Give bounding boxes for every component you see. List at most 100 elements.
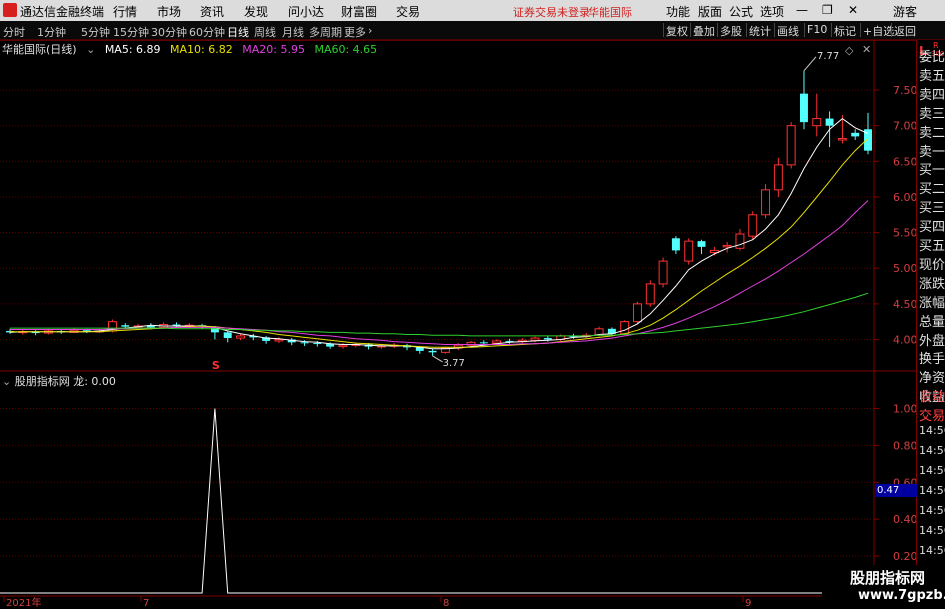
adjust-price-button[interactable]: 复权 bbox=[663, 23, 690, 38]
watermark: 股朋指标网 www.7gpzb.com bbox=[822, 565, 945, 609]
quote-field-label: 换手 bbox=[919, 352, 945, 368]
high-price-label: 7.77 bbox=[817, 51, 839, 62]
tab-multi-period[interactable]: 多周期 bbox=[309, 24, 342, 40]
candle-body bbox=[825, 118, 834, 126]
sell-signal-marker: S bbox=[212, 359, 220, 372]
mark-button[interactable]: 标记 bbox=[831, 23, 858, 38]
quote-field-label: 卖一 bbox=[919, 144, 945, 160]
quote-field-label: 现价 bbox=[919, 257, 945, 273]
candle-body bbox=[466, 341, 476, 346]
quote-field-label: 外盘 bbox=[919, 333, 945, 349]
ma60-label: MA60: 4.65 bbox=[314, 43, 378, 56]
candle-body bbox=[812, 118, 822, 127]
quote-field-label: 卖三 bbox=[919, 106, 945, 122]
candle-body bbox=[313, 343, 322, 345]
candle-body bbox=[403, 345, 411, 348]
quote-field-label: 14:56 bbox=[919, 504, 945, 517]
tab-monthly[interactable]: 月线 bbox=[282, 24, 304, 40]
low-marker-line bbox=[432, 355, 443, 363]
close-chart-icon[interactable]: ✕ bbox=[862, 43, 871, 56]
tab-1min[interactable]: 1分钟 bbox=[37, 24, 66, 40]
chart-title: 华能国际(日线) bbox=[2, 43, 77, 56]
tab-more[interactable]: 更多 bbox=[344, 24, 366, 40]
y-tick-label: 4.50 bbox=[893, 298, 918, 311]
candle-body bbox=[146, 325, 155, 328]
candle-body bbox=[18, 331, 28, 334]
ma5-label: MA5: 6.89 bbox=[104, 43, 161, 56]
menu-trade[interactable]: 交易 bbox=[396, 3, 420, 20]
tab-daily[interactable]: 日线 bbox=[227, 24, 249, 40]
menu-fortune-circle[interactable]: 财富圈 bbox=[341, 3, 377, 20]
quote-field-label: 涨跌 bbox=[919, 276, 945, 292]
quote-field-label: 涨幅 bbox=[919, 295, 945, 311]
candle-body bbox=[107, 321, 117, 332]
restore-icon[interactable]: ❐ bbox=[822, 3, 833, 17]
candle-body bbox=[440, 347, 450, 353]
candle-body bbox=[43, 330, 53, 334]
overlay-button[interactable]: 叠加 bbox=[690, 23, 717, 38]
candle-body bbox=[223, 332, 232, 339]
candle-body bbox=[633, 303, 642, 323]
menu-exchange[interactable]: 市场 bbox=[157, 3, 181, 20]
candle-body bbox=[172, 324, 181, 326]
high-marker-line bbox=[803, 56, 817, 72]
y-tick-label: 4.00 bbox=[893, 333, 918, 346]
dragon-indicator-line bbox=[0, 408, 874, 594]
menu-formula[interactable]: 公式 bbox=[729, 3, 753, 20]
statistics-button[interactable]: 统计 bbox=[746, 23, 773, 38]
y-tick-label: 6.00 bbox=[893, 191, 918, 204]
menu-options[interactable]: 选项 bbox=[760, 3, 784, 20]
sub-y-tick-label: 0.20 bbox=[893, 550, 918, 563]
quote-field-label: 买三 bbox=[919, 201, 945, 217]
quote-panel: L R 300 委比 卖五 卖四 卖三 卖二 卖一 买一 买二 买三 买四 买五 现价 涨跌 涨幅 总量 外盘… bbox=[916, 40, 945, 609]
candle-body bbox=[851, 132, 860, 137]
menu-wenxiaoda[interactable]: 问小达 bbox=[288, 3, 324, 20]
candle-body bbox=[364, 344, 373, 347]
minimize-icon[interactable]: — bbox=[796, 3, 808, 17]
candle-body bbox=[31, 331, 40, 334]
candle-body bbox=[479, 342, 488, 344]
login-status[interactable]: 证券交易未登录 bbox=[513, 4, 590, 20]
ma-line-ma20 bbox=[10, 200, 869, 345]
price-chart[interactable]: 7.77 3.77 S 7.50 7.00 6.50 6.00 5.50 5.00 4.50 4.… bbox=[0, 0, 945, 609]
back-button[interactable]: 返回 bbox=[891, 23, 918, 38]
draw-line-button[interactable]: 画线 bbox=[774, 23, 801, 38]
ma-line-ma10 bbox=[10, 138, 869, 348]
menu-function[interactable]: 功能 bbox=[666, 3, 690, 20]
quote-field-label: 14:56 bbox=[919, 524, 945, 537]
candle-body bbox=[722, 244, 732, 248]
tab-5min[interactable]: 5分钟 bbox=[81, 24, 110, 40]
user-label[interactable]: 游客 bbox=[893, 3, 917, 20]
tab-minute-chart[interactable]: 分时 bbox=[3, 24, 25, 40]
ma20-label: MA20: 5.95 bbox=[242, 43, 305, 56]
quote-field-label: 14:56 bbox=[919, 484, 945, 497]
candle-body bbox=[184, 324, 194, 327]
menu-discover[interactable]: 发现 bbox=[244, 3, 268, 20]
candle-body bbox=[517, 339, 527, 343]
menu-layout[interactable]: 版面 bbox=[698, 3, 722, 20]
sub-dropdown-icon[interactable]: ⌄ bbox=[2, 375, 11, 388]
tab-60min[interactable]: 60分钟 bbox=[189, 24, 225, 40]
candle-body bbox=[697, 241, 706, 247]
more-arrow-icon[interactable]: › bbox=[368, 24, 372, 37]
y-tick-label: 7.50 bbox=[893, 84, 918, 97]
current-stock-name: 华能国际 bbox=[588, 6, 632, 19]
tab-15min[interactable]: 15分钟 bbox=[113, 24, 149, 40]
tab-30min[interactable]: 30分钟 bbox=[151, 24, 187, 40]
legend-dropdown-icon[interactable]: ⌄ bbox=[86, 43, 95, 56]
quote-field-label: 委比 bbox=[919, 50, 945, 65]
sub-y-tick-label: 0.40 bbox=[893, 513, 918, 526]
candle-body bbox=[607, 328, 616, 334]
quote-field-label: 自动 bbox=[919, 390, 945, 405]
f10-button[interactable]: F10 bbox=[804, 23, 829, 37]
collapse-icon[interactable]: ◇ bbox=[845, 44, 859, 57]
candle-body bbox=[57, 330, 66, 333]
close-icon[interactable]: ✕ bbox=[848, 3, 858, 17]
multi-stock-button[interactable]: 多股 bbox=[717, 23, 744, 38]
quote-field-label: 卖二 bbox=[919, 125, 945, 141]
menu-market[interactable]: 行情 bbox=[113, 3, 137, 20]
quote-field-label: 总量 bbox=[919, 314, 945, 330]
y-tick-label: 6.50 bbox=[893, 155, 918, 168]
menu-news[interactable]: 资讯 bbox=[200, 3, 224, 20]
tab-weekly[interactable]: 周线 bbox=[254, 24, 276, 40]
